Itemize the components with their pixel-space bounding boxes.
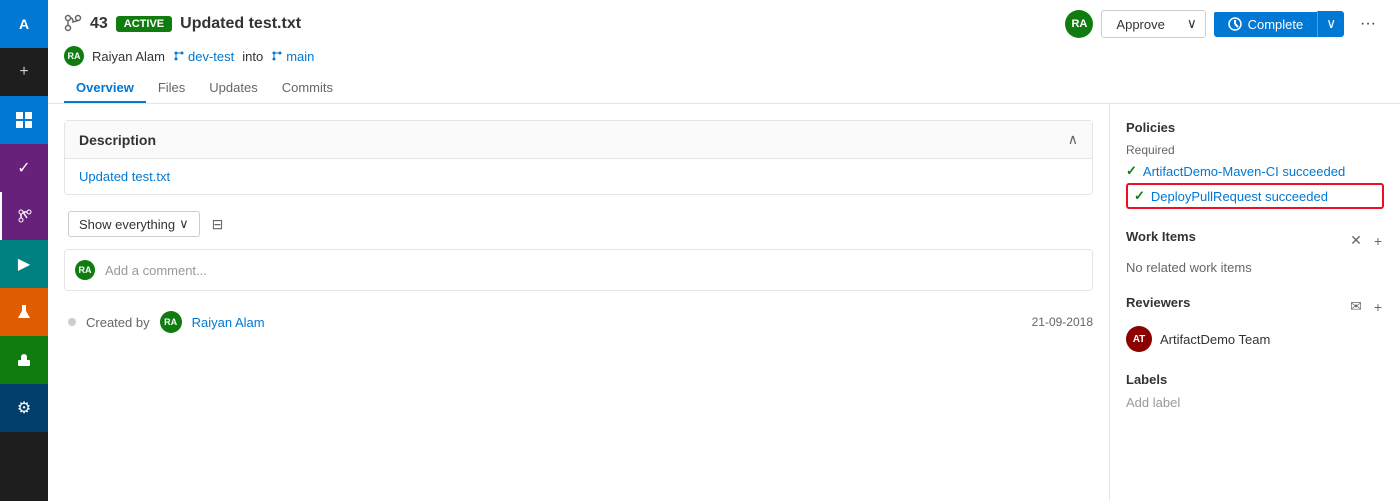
into-text: into bbox=[242, 49, 263, 64]
header-right: RA Approve ∨ Complete ∨ ··· bbox=[1065, 10, 1384, 38]
sub-header: RA Raiyan Alam dev-test into main bbox=[64, 46, 1384, 74]
complete-dropdown-button[interactable]: ∨ bbox=[1317, 11, 1344, 37]
work-icon[interactable]: ✓ bbox=[0, 144, 48, 192]
tab-commits[interactable]: Commits bbox=[270, 74, 345, 103]
work-items-title: Work Items bbox=[1126, 229, 1196, 244]
right-panel: Policies Required ✓ ArtifactDemo-Maven-C… bbox=[1110, 104, 1400, 501]
check-icon-1: ✓ bbox=[1126, 163, 1137, 179]
content-body: Description ∧ Updated test.txt Show ever… bbox=[48, 104, 1400, 501]
no-work-items-text: No related work items bbox=[1126, 260, 1252, 275]
more-options-button[interactable]: ··· bbox=[1352, 11, 1384, 37]
description-text: Updated test.txt bbox=[79, 169, 170, 184]
main-content: Description ∧ Updated test.txt Show ever… bbox=[48, 104, 1110, 501]
reviewer-item: AT ArtifactDemo Team bbox=[1126, 326, 1384, 352]
timeline-date: 21-09-2018 bbox=[1032, 315, 1093, 329]
tab-overview[interactable]: Overview bbox=[64, 74, 146, 103]
created-by-text: Created by bbox=[86, 315, 150, 330]
policy-link-2[interactable]: DeployPullRequest succeeded bbox=[1151, 189, 1328, 204]
tab-files[interactable]: Files bbox=[146, 74, 197, 103]
source-branch-link[interactable]: dev-test bbox=[173, 49, 234, 64]
comment-placeholder[interactable]: Add a comment... bbox=[105, 263, 207, 278]
timeline-author-avatar: RA bbox=[160, 311, 182, 333]
timeline-author-link[interactable]: Raiyan Alam bbox=[192, 315, 265, 330]
test-icon[interactable] bbox=[0, 288, 48, 336]
labels-section: Labels Add label bbox=[1126, 372, 1384, 410]
policies-section: Policies Required ✓ ArtifactDemo-Maven-C… bbox=[1126, 120, 1384, 209]
pr-number: 43 bbox=[90, 15, 108, 33]
work-items-section: Work Items ✕ + No related work items bbox=[1126, 229, 1384, 275]
required-label: Required bbox=[1126, 143, 1384, 157]
filter-dropdown[interactable]: Show everything ∨ bbox=[68, 211, 200, 237]
policy-link-1[interactable]: ArtifactDemo-Maven-CI succeeded bbox=[1143, 164, 1345, 179]
reviewer-name: ArtifactDemo Team bbox=[1160, 332, 1270, 347]
activity-filter: Show everything ∨ ⊟ bbox=[64, 211, 1093, 237]
filter-label: Show everything bbox=[79, 217, 175, 232]
policies-title: Policies bbox=[1126, 120, 1384, 135]
target-branch-link[interactable]: main bbox=[271, 49, 314, 64]
pr-title: Updated test.txt bbox=[180, 15, 301, 33]
reviewers-actions: ✉ + bbox=[1348, 296, 1384, 317]
plus-icon[interactable]: + bbox=[0, 48, 48, 96]
work-items-add-button[interactable]: + bbox=[1372, 230, 1384, 251]
description-body: Updated test.txt bbox=[65, 159, 1092, 194]
description-card: Description ∧ Updated test.txt bbox=[64, 120, 1093, 195]
work-items-close-button[interactable]: ✕ bbox=[1348, 230, 1364, 251]
pr-icon bbox=[64, 14, 82, 35]
work-items-actions: ✕ + bbox=[1348, 230, 1384, 251]
approve-button[interactable]: Approve bbox=[1102, 12, 1178, 37]
pipeline-icon[interactable]: ▶ bbox=[0, 240, 48, 288]
reviewers-section: Reviewers ✉ + AT ArtifactDemo Team bbox=[1126, 295, 1384, 352]
work-items-header: Work Items ✕ + bbox=[1126, 229, 1384, 252]
reviewers-header: Reviewers ✉ + bbox=[1126, 295, 1384, 318]
header: 43 ACTIVE Updated test.txt RA Approve ∨ … bbox=[48, 0, 1400, 104]
reviewer-avatar: AT bbox=[1126, 326, 1152, 352]
collapse-button[interactable]: ∧ bbox=[1068, 131, 1078, 148]
reviewers-email-button[interactable]: ✉ bbox=[1348, 296, 1364, 317]
author-name: Raiyan Alam bbox=[92, 49, 165, 64]
complete-button-group[interactable]: Complete ∨ bbox=[1214, 11, 1344, 37]
current-user-avatar: RA bbox=[1065, 10, 1093, 38]
sidebar: A + ✓ ▶ ⚙ bbox=[0, 0, 48, 501]
tab-updates[interactable]: Updates bbox=[197, 74, 269, 103]
active-badge: ACTIVE bbox=[116, 16, 172, 32]
dashboard-icon[interactable] bbox=[0, 96, 48, 144]
approve-button-group[interactable]: Approve ∨ bbox=[1101, 10, 1205, 38]
timeline-dot bbox=[68, 318, 76, 326]
filter-arrow-icon: ∨ bbox=[179, 216, 189, 232]
settings-icon[interactable]: ⚙ bbox=[0, 384, 48, 432]
description-title: Description bbox=[79, 132, 156, 148]
filter-icon-button[interactable]: ⊟ bbox=[208, 212, 228, 237]
tabs: Overview Files Updates Commits bbox=[64, 74, 1384, 103]
policy-item-2-highlighted: ✓ DeployPullRequest succeeded bbox=[1126, 183, 1384, 209]
main-area: 43 ACTIVE Updated test.txt RA Approve ∨ … bbox=[48, 0, 1400, 501]
comment-author-avatar: RA bbox=[75, 260, 95, 280]
timeline-item: Created by RA Raiyan Alam 21-09-2018 bbox=[64, 303, 1093, 341]
policy-item-1: ✓ ArtifactDemo-Maven-CI succeeded bbox=[1126, 163, 1384, 179]
description-header: Description ∧ bbox=[65, 121, 1092, 159]
artifact-icon[interactable] bbox=[0, 336, 48, 384]
git-icon[interactable] bbox=[0, 192, 48, 240]
check-icon-2: ✓ bbox=[1134, 188, 1145, 204]
reviewers-add-button[interactable]: + bbox=[1372, 296, 1384, 317]
comment-area[interactable]: RA Add a comment... bbox=[64, 249, 1093, 291]
header-top: 43 ACTIVE Updated test.txt RA Approve ∨ … bbox=[64, 10, 1384, 38]
author-avatar: RA bbox=[64, 46, 84, 66]
timeline-author-name: Raiyan Alam bbox=[192, 315, 1022, 330]
add-label-text[interactable]: Add label bbox=[1126, 395, 1180, 410]
user-avatar[interactable]: A bbox=[0, 0, 48, 48]
complete-button[interactable]: Complete bbox=[1214, 12, 1318, 37]
approve-dropdown-button[interactable]: ∨ bbox=[1179, 11, 1205, 37]
reviewers-title: Reviewers bbox=[1126, 295, 1190, 310]
labels-title: Labels bbox=[1126, 372, 1384, 387]
header-left: 43 ACTIVE Updated test.txt bbox=[64, 14, 301, 35]
